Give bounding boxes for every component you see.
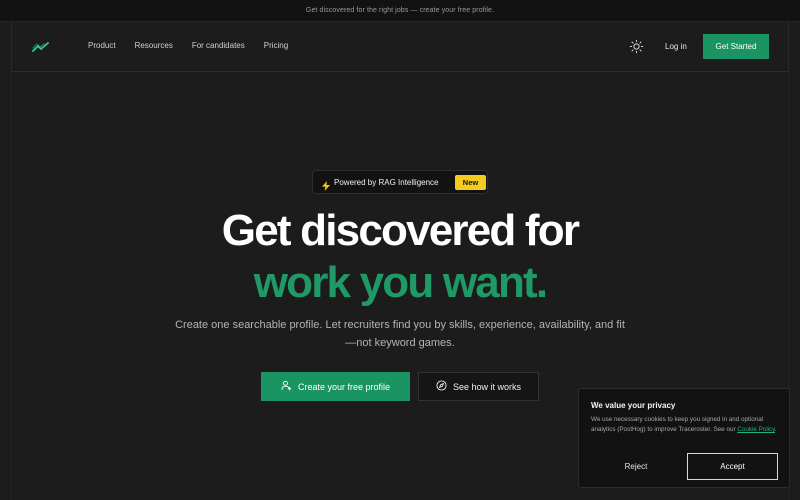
accept-cookies-button[interactable]: Accept (687, 453, 778, 480)
user-add-icon (281, 379, 292, 394)
cookie-title: We value your privacy (591, 401, 676, 410)
login-link[interactable]: Log in (665, 42, 687, 51)
landing-page: Get discovered for the right jobs — crea… (0, 0, 800, 500)
reject-cookies-button[interactable]: Reject (591, 453, 681, 479)
see-how-it-works-button[interactable]: See how it works (418, 372, 539, 401)
nav-link-resources[interactable]: Resources (135, 41, 173, 50)
cookie-consent-dialog: We value your privacy We use necessary c… (578, 388, 790, 488)
get-started-button[interactable]: Get Started (703, 34, 769, 59)
new-badge: New (455, 175, 486, 190)
lightning-icon (322, 178, 330, 191)
cookie-body: We use necessary cookies to keep you sig… (591, 415, 781, 435)
nav-link-pricing[interactable]: Pricing (264, 41, 288, 50)
cookie-policy-link[interactable]: Cookie Policy (737, 426, 775, 433)
hero-subtitle: Create one searchable profile. Let recru… (175, 319, 625, 349)
announcement-badge: Powered by RAG Intelligence New (312, 170, 488, 194)
cookie-body-tail: . (774, 426, 777, 433)
hero-title: Get discovered for (221, 206, 580, 255)
nav-links: Product Resources For candidates Pricing (88, 41, 307, 50)
see-how-it-works-label: See how it works (452, 381, 522, 392)
announcement-bar: Get discovered for the right jobs — crea… (0, 0, 800, 22)
badge-text: Powered by RAG Intelligence (334, 178, 439, 187)
compass-icon (436, 379, 447, 394)
sun-icon[interactable] (629, 39, 644, 54)
create-profile-label: Create your free profile (297, 381, 391, 392)
nav-link-for-candidates[interactable]: For candidates (192, 41, 245, 50)
trend-line-icon[interactable] (32, 40, 50, 52)
create-profile-button[interactable]: Create your free profile (261, 372, 410, 401)
announcement-text: Get discovered for the right jobs — crea… (305, 7, 495, 14)
nav-link-product[interactable]: Product (88, 41, 116, 50)
hero-title-accent: work you want. (253, 258, 548, 307)
